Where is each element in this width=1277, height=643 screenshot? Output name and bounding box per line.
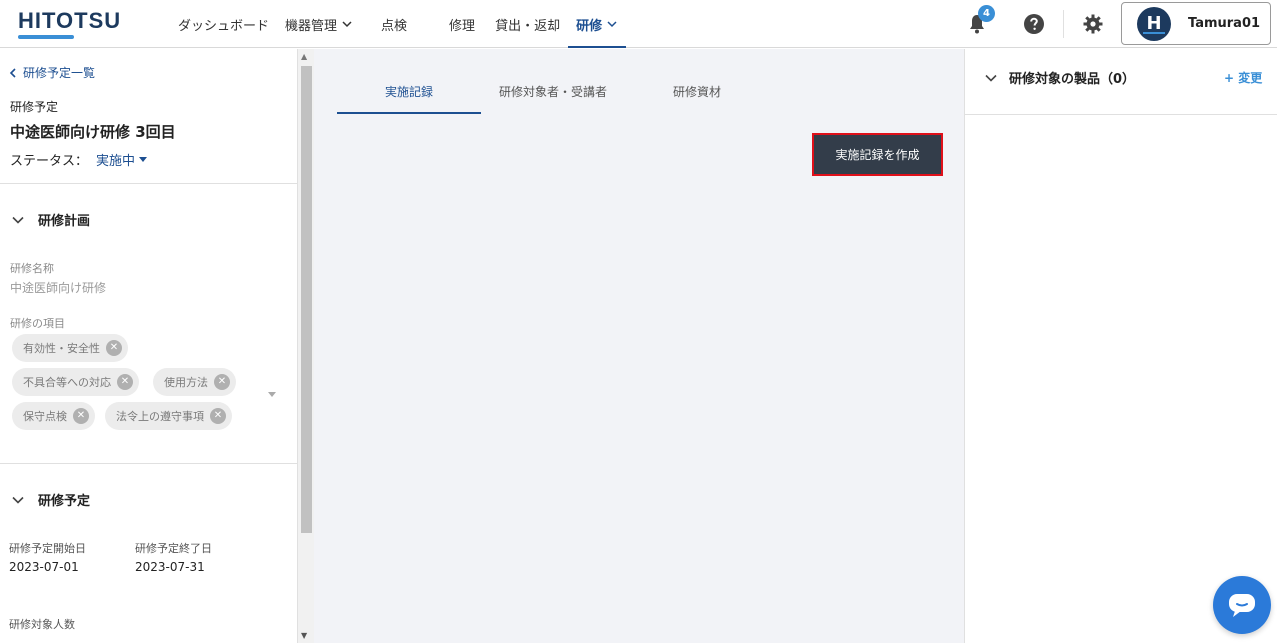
- participant-count-label: 研修対象人数: [9, 618, 75, 631]
- nav-equipment-label: 機器管理: [285, 18, 338, 34]
- help-icon[interactable]: [1022, 12, 1046, 36]
- tab-records[interactable]: 実施記録: [337, 79, 481, 114]
- right-panel-divider: [965, 114, 1277, 115]
- tab-materials[interactable]: 研修資材: [625, 79, 769, 114]
- main-content: 実施記録 研修対象者・受講者 研修資材 実施記録を作成: [314, 49, 964, 643]
- change-products-link[interactable]: + 変更: [1224, 69, 1262, 86]
- schedule-section-heading: 研修予定: [38, 494, 91, 509]
- logo-underline: [18, 35, 74, 39]
- avatar: H: [1137, 6, 1171, 41]
- end-date-value: 2023-07-31: [135, 560, 205, 574]
- nav-training-label: 研修: [576, 18, 603, 34]
- user-menu-button[interactable]: H Tamura01: [1121, 2, 1271, 45]
- top-header: HITOTSU ダッシュボード 機器管理 点検 修理 貸出・返却 研修 4 H …: [0, 0, 1277, 48]
- remove-icon[interactable]: ✕: [214, 374, 230, 390]
- start-date-value: 2023-07-01: [9, 560, 79, 574]
- training-item-chip: 保守点検 ✕: [12, 402, 95, 430]
- chevron-down-icon: [12, 496, 24, 504]
- scroll-up-icon[interactable]: ▲: [301, 52, 307, 61]
- chip-label: 使用方法: [164, 376, 208, 389]
- training-item-chip: 有効性・安全性 ✕: [12, 334, 128, 362]
- header-divider: [1063, 10, 1064, 38]
- remove-icon[interactable]: ✕: [73, 408, 89, 424]
- scrollbar-thumb[interactable]: [301, 66, 312, 533]
- remove-icon[interactable]: ✕: [210, 408, 226, 424]
- plan-section-toggle[interactable]: 研修計画: [12, 210, 90, 229]
- status-label: ステータス：: [10, 154, 89, 169]
- caret-down-icon: [139, 157, 148, 162]
- status-dropdown[interactable]: 実施中: [96, 150, 148, 169]
- chevron-down-icon: [985, 74, 997, 82]
- back-link[interactable]: 研修予定一覧: [9, 64, 95, 81]
- products-section-toggle[interactable]: 研修対象の製品（0）: [985, 68, 1135, 87]
- logo-text: HITOTSU: [18, 8, 122, 33]
- products-heading: 研修対象の製品（0）: [1009, 72, 1136, 87]
- nav-training[interactable]: 研修: [568, 0, 627, 48]
- schedule-section-toggle[interactable]: 研修予定: [12, 490, 90, 509]
- gear-icon[interactable]: [1081, 12, 1105, 36]
- notification-badge: 4: [978, 5, 995, 22]
- end-date-label: 研修予定終了日: [135, 542, 212, 555]
- remove-icon[interactable]: ✕: [106, 340, 122, 356]
- nav-inspection-label: 点検: [381, 18, 408, 34]
- user-name: Tamura01: [1188, 16, 1261, 31]
- caret-down-icon[interactable]: [268, 392, 276, 397]
- nav-inspection[interactable]: 点検: [373, 0, 415, 48]
- right-panel: 研修対象の製品（0） + 変更: [964, 49, 1277, 643]
- start-date-label: 研修予定開始日: [9, 542, 86, 555]
- chevron-down-icon: [342, 21, 352, 28]
- create-record-button[interactable]: 実施記録を作成: [814, 135, 941, 174]
- status-row: ステータス： 実施中: [10, 150, 148, 169]
- chip-label: 有効性・安全性: [23, 342, 100, 355]
- training-name-label: 研修名称: [10, 262, 54, 275]
- remove-icon[interactable]: ✕: [117, 374, 133, 390]
- scroll-down-icon[interactable]: ▼: [301, 631, 307, 640]
- sidebar-divider: [0, 463, 297, 464]
- training-name-value: 中途医師向け研修: [10, 281, 107, 295]
- nav-dashboard-label: ダッシュボード: [178, 18, 270, 34]
- chevron-down-icon: [12, 216, 24, 224]
- nav-equipment[interactable]: 機器管理: [277, 0, 361, 48]
- nav-lending[interactable]: 貸出・返却: [487, 0, 568, 48]
- back-link-label: 研修予定一覧: [23, 66, 96, 80]
- tab-participants[interactable]: 研修対象者・受講者: [481, 79, 625, 114]
- chevron-down-icon: [607, 21, 617, 28]
- page-title: 中途医師向け研修 3回目: [10, 123, 176, 141]
- nav-repair[interactable]: 修理: [441, 0, 483, 48]
- left-sidebar: 研修予定一覧 研修予定 中途医師向け研修 3回目 ステータス： 実施中 研修計画…: [0, 49, 298, 643]
- chat-icon: [1229, 594, 1255, 617]
- chip-label: 法令上の遵守事項: [116, 410, 204, 423]
- sidebar-subtitle: 研修予定: [10, 100, 59, 114]
- chip-label: 不具合等への対応: [23, 376, 111, 389]
- training-item-chip: 不具合等への対応 ✕: [12, 368, 139, 396]
- training-item-chip: 法令上の遵守事項 ✕: [105, 402, 232, 430]
- nav-lending-label: 貸出・返却: [495, 18, 561, 34]
- main-nav: ダッシュボード 機器管理 点検 修理 貸出・返却 研修: [170, 0, 627, 48]
- nav-repair-label: 修理: [449, 18, 476, 34]
- training-item-chip: 使用方法 ✕: [153, 368, 236, 396]
- plan-section-heading: 研修計画: [38, 214, 91, 229]
- hitotsu-logo[interactable]: HITOTSU: [18, 8, 121, 39]
- chip-label: 保守点検: [23, 410, 67, 423]
- nav-dashboard[interactable]: ダッシュボード: [170, 0, 277, 48]
- training-items-label: 研修の項目: [10, 317, 65, 330]
- chat-button[interactable]: [1213, 576, 1271, 634]
- status-value: 実施中: [96, 154, 136, 169]
- sidebar-divider: [0, 183, 297, 184]
- chevron-left-icon: [9, 67, 16, 78]
